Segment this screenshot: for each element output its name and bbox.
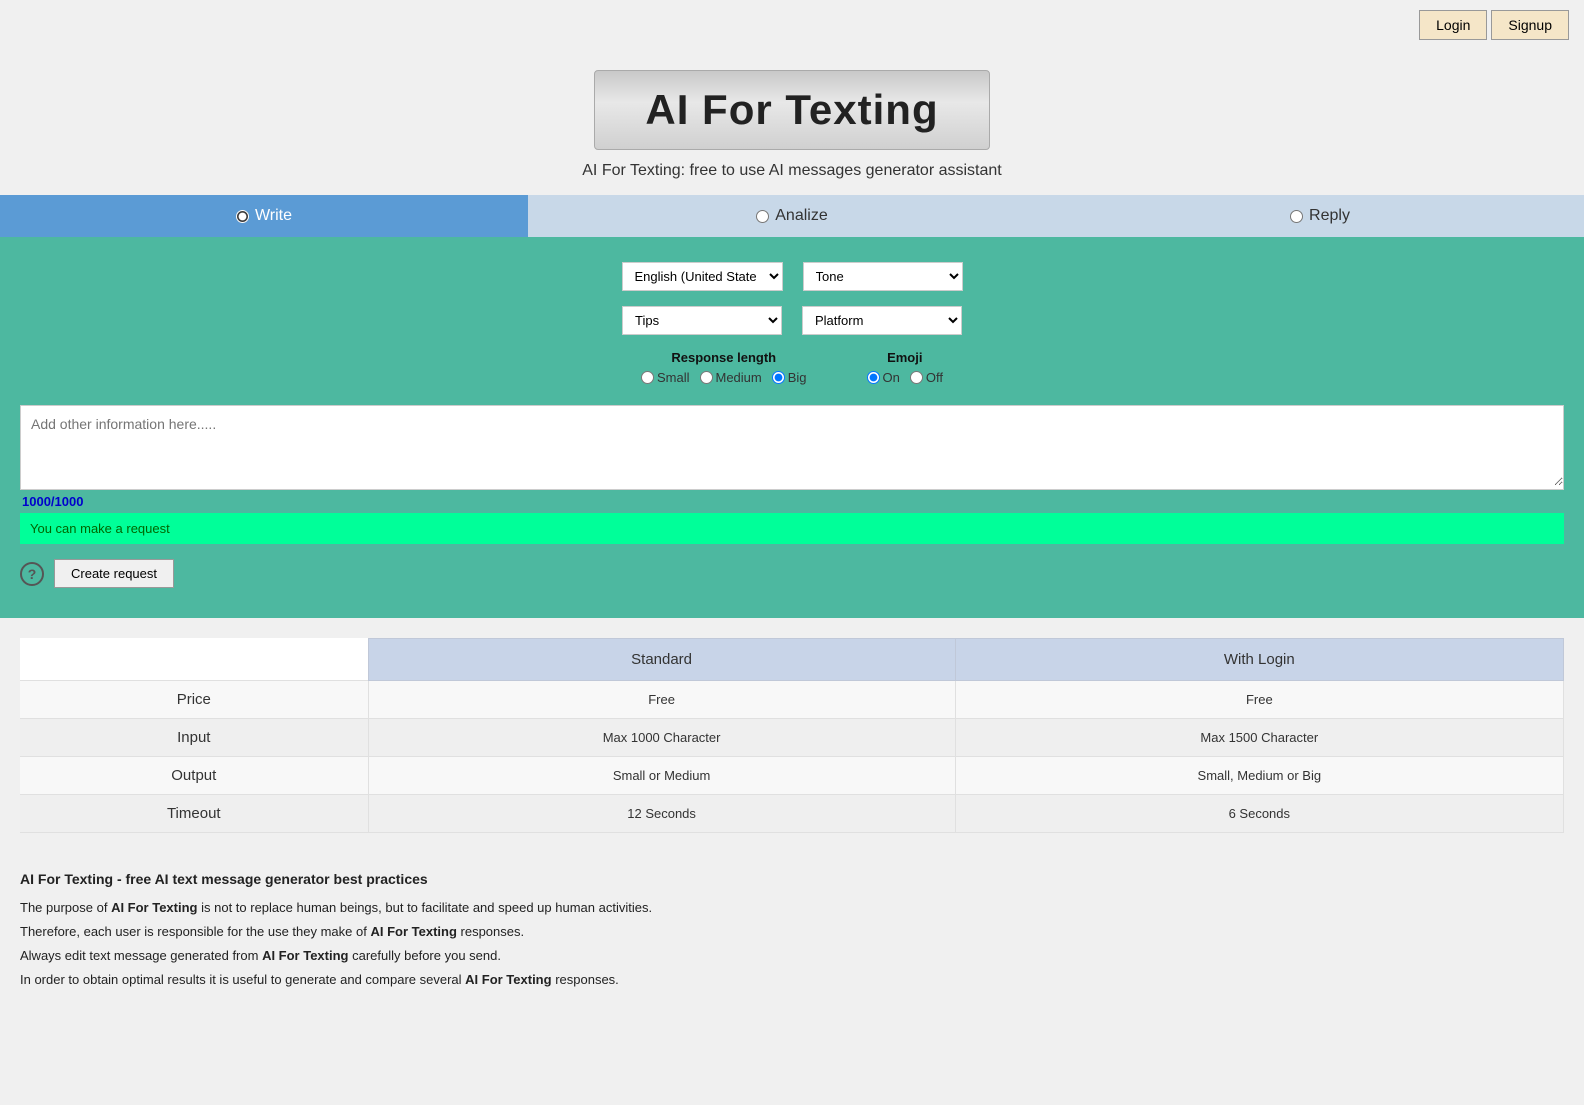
big-radio[interactable] [772, 371, 785, 384]
table-row: Price Free Free [20, 681, 1564, 719]
practices-title: AI For Texting - free AI text message ge… [20, 868, 1564, 890]
row-standard-timeout: 12 Seconds [368, 795, 955, 833]
tone-select[interactable]: Tone Formal Informal Friendly Profession… [803, 262, 963, 291]
pricing-col-standard: Standard [368, 639, 955, 681]
help-icon[interactable]: ? [20, 562, 44, 586]
tab-write-radio[interactable] [236, 210, 249, 223]
brand-1: AI For Texting [111, 900, 197, 915]
brand-2: AI For Texting [370, 924, 456, 939]
row-standard-price: Free [368, 681, 955, 719]
tab-write[interactable]: Write [0, 195, 528, 237]
emoji-radios: On Off [867, 370, 943, 385]
table-row: Input Max 1000 Character Max 1500 Charac… [20, 719, 1564, 757]
tab-analize-label: Analize [775, 207, 827, 225]
row-label-output: Output [20, 757, 368, 795]
title-box: AI For Texting [594, 70, 989, 150]
title-area: AI For Texting AI For Texting: free to u… [0, 50, 1584, 195]
emoji-on-label[interactable]: On [867, 370, 900, 385]
practices-line-3: Always edit text message generated from … [20, 946, 1564, 967]
table-row: Timeout 12 Seconds 6 Seconds [20, 795, 1564, 833]
language-select[interactable]: English (United State Spanish French Ger… [622, 262, 783, 291]
controls-row-1: English (United State Spanish French Ger… [20, 262, 1564, 291]
pricing-col-empty [20, 639, 368, 681]
create-request-button[interactable]: Create request [54, 559, 174, 588]
row-label-timeout: Timeout [20, 795, 368, 833]
practices-line-2: Therefore, each user is responsible for … [20, 922, 1564, 943]
platform-select[interactable]: Platform SMS WhatsApp Email Twitter [802, 306, 962, 335]
table-row: Output Small or Medium Small, Medium or … [20, 757, 1564, 795]
subtitle: AI For Texting: free to use AI messages … [0, 162, 1584, 180]
small-label[interactable]: Small [641, 370, 690, 385]
char-count: 1000/1000 [20, 490, 1564, 513]
small-radio[interactable] [641, 371, 654, 384]
pricing-table: Standard With Login Price Free Free Inpu… [20, 638, 1564, 833]
pricing-col-login: With Login [955, 639, 1563, 681]
status-bar: You can make a request [20, 513, 1564, 544]
response-length-radios: Small Medium Big [641, 370, 807, 385]
tab-write-label: Write [255, 207, 292, 225]
tabs-bar: Write Analize Reply [0, 195, 1584, 237]
signup-button[interactable]: Signup [1491, 10, 1569, 40]
row-login-timeout: 6 Seconds [955, 795, 1563, 833]
create-row: ? Create request [20, 559, 1564, 588]
tab-analize-radio[interactable] [756, 210, 769, 223]
practices-line-4: In order to obtain optimal results it is… [20, 970, 1564, 991]
emoji-group: Emoji On Off [867, 350, 943, 385]
response-length-label: Response length [641, 350, 807, 365]
practices-line-1: The purpose of AI For Texting is not to … [20, 898, 1564, 919]
row-login-output: Small, Medium or Big [955, 757, 1563, 795]
pricing-section: Standard With Login Price Free Free Inpu… [0, 618, 1584, 853]
brand-4: AI For Texting [465, 972, 551, 987]
main-section: English (United State Spanish French Ger… [0, 237, 1584, 618]
emoji-off-label[interactable]: Off [910, 370, 943, 385]
emoji-on-radio[interactable] [867, 371, 880, 384]
tab-reply-radio[interactable] [1290, 210, 1303, 223]
textarea-wrapper [20, 405, 1564, 490]
big-label[interactable]: Big [772, 370, 807, 385]
row-standard-output: Small or Medium [368, 757, 955, 795]
medium-radio[interactable] [700, 371, 713, 384]
tab-reply-label: Reply [1309, 207, 1350, 225]
row-login-price: Free [955, 681, 1563, 719]
login-button[interactable]: Login [1419, 10, 1487, 40]
row-label-price: Price [20, 681, 368, 719]
page-title: AI For Texting [645, 86, 938, 134]
emoji-label: Emoji [867, 350, 943, 365]
controls-row-2: Tips None Romantic Funny Serious Platfor… [20, 306, 1564, 335]
tips-select[interactable]: Tips None Romantic Funny Serious [622, 306, 782, 335]
brand-3: AI For Texting [262, 948, 348, 963]
medium-label[interactable]: Medium [700, 370, 762, 385]
tab-reply[interactable]: Reply [1056, 195, 1584, 237]
row-standard-input: Max 1000 Character [368, 719, 955, 757]
tab-analize[interactable]: Analize [528, 195, 1056, 237]
response-length-group: Response length Small Medium Big [641, 350, 807, 385]
header: Login Signup [0, 0, 1584, 50]
emoji-off-radio[interactable] [910, 371, 923, 384]
row-login-input: Max 1500 Character [955, 719, 1563, 757]
info-textarea[interactable] [21, 406, 1563, 486]
options-row: Response length Small Medium Big Emoji O… [20, 350, 1564, 385]
practices-section: AI For Texting - free AI text message ge… [0, 853, 1584, 1009]
row-label-input: Input [20, 719, 368, 757]
